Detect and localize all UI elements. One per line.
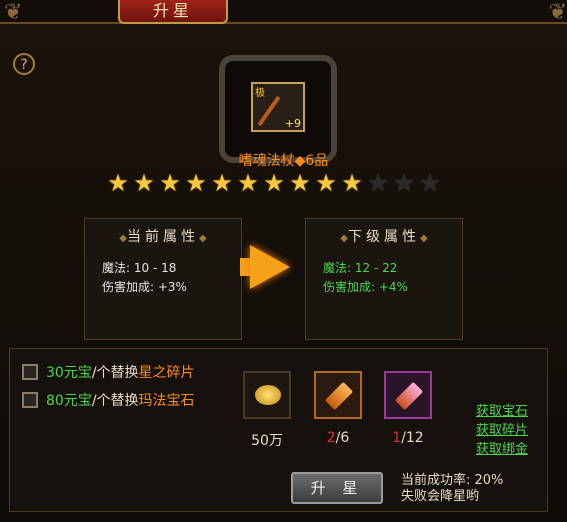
star-filled-icon: ★ — [237, 169, 259, 197]
option-text: /个替换 — [91, 393, 139, 409]
star-filled-icon: ★ — [211, 169, 233, 197]
ornament-icon: ◆ — [199, 233, 207, 244]
star-empty-icon: ★ — [367, 169, 389, 197]
next-attributes-title-text: 下级属性 — [348, 229, 420, 245]
star-filled-icon: ★ — [107, 169, 129, 197]
mafa-gem-material-slot[interactable] — [384, 371, 432, 419]
success-rate-info: 当前成功率: 20% 失败会降星哟 — [401, 473, 503, 505]
current-attributes-title-text: 当前属性 — [127, 229, 199, 245]
next-attr-row: 伤害加成: +4% — [323, 278, 462, 297]
attr-label: 魔法: — [323, 261, 355, 275]
star-filled-icon: ★ — [341, 169, 363, 197]
replace-star-shard-checkbox[interactable] — [22, 364, 38, 380]
gold-amount-text: 50万 — [251, 433, 283, 449]
mafa-gem-need: /12 — [401, 430, 424, 446]
star-shard-have: 2 — [326, 430, 336, 446]
next-attributes-title: ◆下级属性◆ — [306, 226, 462, 246]
attr-value: +3% — [157, 280, 187, 294]
star-shard-material-slot[interactable] — [314, 371, 362, 419]
help-button[interactable]: ? — [13, 53, 35, 75]
get-shard-link[interactable]: 获取碎片 — [476, 421, 528, 440]
attr-label: 伤害加成: — [323, 280, 379, 294]
attr-value: 10 - 18 — [133, 261, 177, 275]
fail-note-text: 失败会降星哟 — [401, 489, 480, 504]
next-attributes-panel: ◆下级属性◆ 魔法: 12 - 22 伤害加成: +4% — [305, 218, 463, 340]
attr-label: 伤害加成: — [102, 280, 158, 294]
star-filled-icon: ★ — [159, 169, 181, 197]
replace-option-star-shard[interactable]: 30元宝/个替换 星之碎片 — [22, 362, 195, 382]
current-attributes-title: ◆当前属性◆ — [85, 226, 241, 246]
ornament-icon: ◆ — [420, 233, 428, 244]
star-rating: ★ ★ ★ ★ ★ ★ ★ ★ ★ ★ ★ ★ ★ — [105, 170, 443, 196]
left-dragon-ornament: ❦ — [4, 0, 23, 25]
attr-value: 12 - 22 — [354, 261, 398, 275]
item-slot[interactable]: 极 +9 — [251, 82, 305, 132]
upgrade-star-button[interactable]: 升 星 — [291, 472, 383, 504]
gold-material-slot[interactable] — [243, 371, 291, 419]
current-attributes-panel: ◆当前属性◆ 魔法: 10 - 18 伤害加成: +3% — [84, 218, 242, 340]
mafa-gem-have: 1 — [392, 430, 402, 446]
star-filled-icon: ★ — [289, 169, 311, 197]
star-filled-icon: ★ — [133, 169, 155, 197]
right-dragon-ornament: ❦ — [548, 0, 567, 25]
replace-option-mafa-gem[interactable]: 80元宝/个替换 玛法宝石 — [22, 390, 195, 410]
option-material: 玛法宝石 — [138, 393, 195, 409]
star-empty-icon: ★ — [419, 169, 441, 197]
option-price: 80元宝 — [46, 393, 92, 409]
option-text: /个替换 — [91, 365, 139, 381]
success-rate-text: 当前成功率: 20% — [401, 473, 504, 488]
item-grade-badge: 极 — [255, 88, 265, 99]
get-gem-link[interactable]: 获取宝石 — [476, 402, 528, 421]
star-empty-icon: ★ — [393, 169, 415, 197]
star-filled-icon: ★ — [185, 169, 207, 197]
current-attr-row: 伤害加成: +3% — [102, 278, 241, 297]
star-shard-need: /6 — [335, 430, 350, 446]
ornament-icon: ◆ — [340, 233, 348, 244]
star-shard-count: 2/6 — [308, 430, 368, 446]
option-price: 30元宝 — [46, 365, 92, 381]
gold-amount: 50万 — [237, 430, 297, 450]
attr-value: +4% — [378, 280, 408, 294]
acquire-links: 获取宝石 获取碎片 获取绑金 — [476, 402, 528, 459]
replace-mafa-gem-checkbox[interactable] — [22, 392, 38, 408]
mafa-gem-count: 1/12 — [378, 430, 438, 446]
star-shard-icon — [324, 381, 354, 411]
next-attr-row: 魔法: 12 - 22 — [323, 259, 462, 278]
current-attr-row: 魔法: 10 - 18 — [102, 259, 241, 278]
gold-coins-icon — [255, 385, 281, 405]
mafa-gem-icon — [394, 381, 424, 411]
staff-icon — [257, 95, 281, 127]
item-enhance-level: +9 — [284, 117, 301, 130]
ornament-icon: ◆ — [119, 233, 127, 244]
option-material: 星之碎片 — [138, 365, 195, 381]
arrow-right-icon — [250, 245, 290, 289]
star-filled-icon: ★ — [315, 169, 337, 197]
item-name: 嗜魂法杖◆6品 — [238, 153, 329, 169]
window-title-tab: 升星 — [118, 0, 228, 24]
star-filled-icon: ★ — [263, 169, 285, 197]
attr-label: 魔法: — [102, 261, 134, 275]
get-bound-gold-link[interactable]: 获取绑金 — [476, 440, 528, 459]
